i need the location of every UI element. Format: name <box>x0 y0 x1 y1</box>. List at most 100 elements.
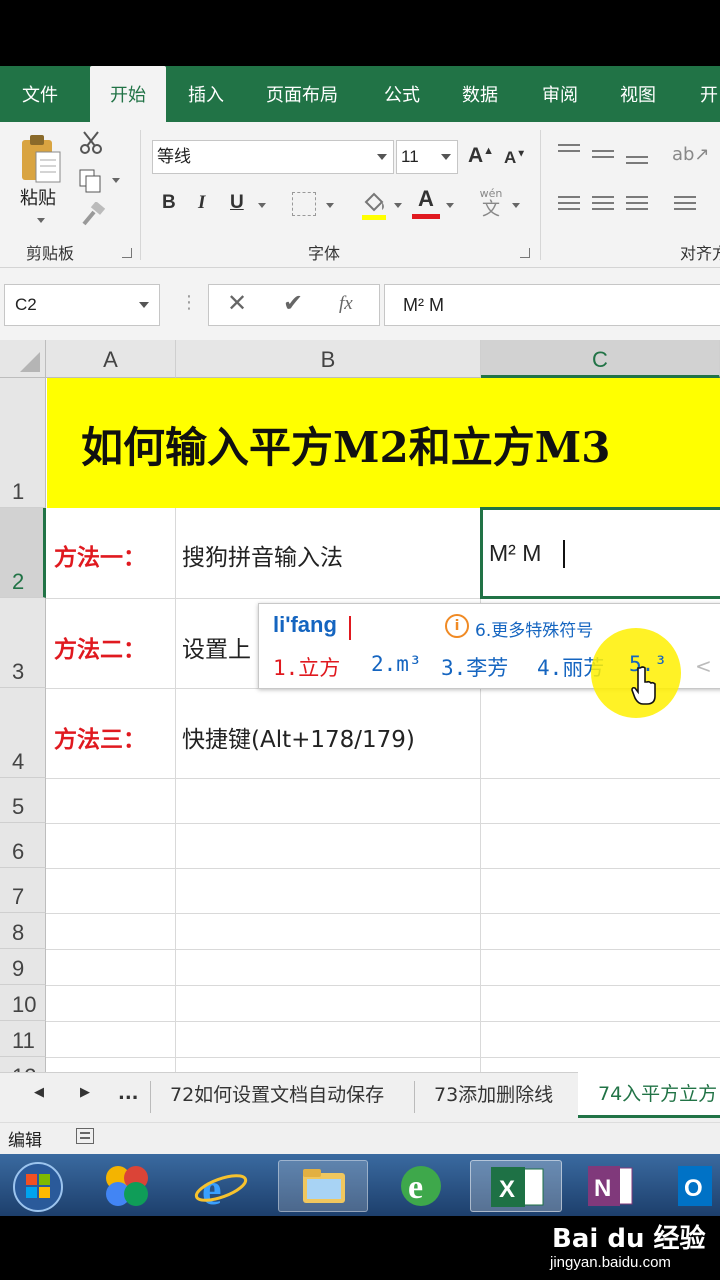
windows-taskbar: e e X N O <box>0 1154 720 1216</box>
underline-button[interactable]: U <box>230 192 244 214</box>
ime-prev-page-icon[interactable]: < <box>695 654 712 678</box>
orientation-icon[interactable]: ab↗ <box>672 144 710 165</box>
enter-icon[interactable]: ✔ <box>283 289 303 317</box>
column-header-c[interactable]: C <box>481 340 720 378</box>
active-cell-value: M² M <box>489 540 542 566</box>
phonetic-dropdown-icon[interactable] <box>512 203 520 208</box>
font-color-icon[interactable]: A <box>412 186 440 222</box>
formula-input[interactable]: M² M <box>384 284 720 326</box>
ime-caret <box>349 616 351 640</box>
onenote-icon[interactable]: N <box>574 1160 644 1212</box>
cancel-icon[interactable]: ✕ <box>227 289 247 317</box>
gridline <box>46 913 720 914</box>
colorful-app-icon[interactable] <box>92 1160 162 1212</box>
row-header-12[interactable]: 12 <box>0 1057 46 1072</box>
title-cell[interactable]: 如何输入平方M2和立方M3 <box>47 378 720 508</box>
start-orb-icon[interactable] <box>2 1160 72 1212</box>
ime-candidate-1[interactable]: 1.立方 <box>273 652 340 682</box>
column-header-b[interactable]: B <box>176 340 481 378</box>
column-header-a[interactable]: A <box>46 340 176 378</box>
row-header-8[interactable]: 8 <box>0 913 46 949</box>
shrink-font-button[interactable]: A▼ <box>504 148 526 168</box>
row-header-10[interactable]: 10 <box>0 985 46 1021</box>
italic-button[interactable]: I <box>198 192 205 214</box>
copy-icon[interactable] <box>78 168 104 194</box>
font-name-value: 等线 <box>157 147 191 167</box>
row-header-4[interactable]: 4 <box>0 688 46 778</box>
border-icon[interactable] <box>292 192 316 216</box>
underline-dropdown-icon[interactable] <box>258 203 266 208</box>
border-dropdown-icon[interactable] <box>326 203 334 208</box>
row-header-9[interactable]: 9 <box>0 949 46 985</box>
paste-icon[interactable] <box>18 132 64 188</box>
row-header-6[interactable]: 6 <box>0 823 46 868</box>
sheet-tab-active[interactable]: 74入平方立方 <box>578 1072 720 1118</box>
file-explorer-icon[interactable] <box>278 1160 368 1212</box>
paste-dropdown-icon[interactable] <box>37 218 45 223</box>
sheet-more-button[interactable]: ... <box>118 1083 139 1104</box>
align-middle-icon[interactable] <box>592 150 614 162</box>
grow-font-button[interactable]: A▲ <box>468 144 494 168</box>
excel-icon[interactable]: X <box>470 1160 562 1212</box>
formula-buttons: ✕ ✔ fx <box>208 284 380 326</box>
more-symbols-link[interactable]: 6.更多特殊符号 <box>475 616 593 641</box>
info-icon[interactable]: i <box>445 614 469 638</box>
row-header-1[interactable]: 1 <box>0 378 46 508</box>
select-all-corner[interactable] <box>0 340 46 378</box>
macro-record-icon[interactable] <box>76 1128 94 1144</box>
sheet-next-icon[interactable]: ▶ <box>80 1085 90 1100</box>
ribbon: 粘贴 剪贴板 等线 11 A▲ A▼ B I U A wén 文 字体 ab↗ … <box>0 122 720 268</box>
align-bottom-icon[interactable] <box>626 156 648 168</box>
font-size-select[interactable]: 11 <box>396 140 458 174</box>
sheet-prev-icon[interactable]: ◀ <box>34 1085 44 1100</box>
font-name-select[interactable]: 等线 <box>152 140 394 174</box>
clipboard-launcher-icon[interactable] <box>122 248 132 258</box>
tab-separator <box>150 1081 151 1113</box>
internet-explorer-icon[interactable]: e <box>186 1160 256 1214</box>
tab-file[interactable]: 文件 <box>22 66 58 122</box>
tab-home[interactable]: 开始 <box>90 66 166 122</box>
chevron-down-icon <box>139 302 149 308</box>
tab-view[interactable]: 视图 <box>620 66 656 122</box>
align-top-icon[interactable] <box>558 144 580 156</box>
phonetic-icon[interactable]: wén 文 <box>474 188 508 220</box>
font-launcher-icon[interactable] <box>520 248 530 258</box>
tab-review[interactable]: 审阅 <box>542 66 578 122</box>
name-box[interactable]: C2 <box>4 284 160 326</box>
insert-function-icon[interactable]: fx <box>339 293 353 315</box>
ime-candidate-2[interactable]: 2.m³ <box>371 652 422 676</box>
sheet-tab-73[interactable]: 73添加删除线 <box>434 1073 553 1117</box>
ime-candidate-3[interactable]: 3.李芳 <box>441 652 508 682</box>
paste-label[interactable]: 粘贴 <box>20 184 56 210</box>
row-header-2[interactable]: 2 <box>0 508 46 598</box>
indent-icon[interactable] <box>674 196 696 214</box>
font-color-dropdown-icon[interactable] <box>446 203 454 208</box>
row-header-3[interactable]: 3 <box>0 598 46 688</box>
copy-dropdown-icon[interactable] <box>112 178 120 183</box>
ime-candidate-popup: li'fang i 6.更多特殊符号 1.立方 2.m³ 3.李芳 4.丽芳 5… <box>258 603 720 718</box>
fill-dropdown-icon[interactable] <box>394 203 402 208</box>
outlook-icon[interactable]: O <box>668 1160 720 1212</box>
align-center-icon[interactable] <box>592 196 614 214</box>
cut-icon[interactable] <box>78 130 104 156</box>
align-left-icon[interactable] <box>558 196 580 214</box>
fill-color-icon[interactable] <box>360 188 390 222</box>
row-header-7[interactable]: 7 <box>0 868 46 913</box>
gridline <box>46 985 720 986</box>
tab-page-layout[interactable]: 页面布局 <box>266 66 338 122</box>
status-bar: 编辑 <box>0 1122 720 1154</box>
gridline <box>46 1057 720 1058</box>
svg-text:O: O <box>684 1175 703 1202</box>
align-right-icon[interactable] <box>626 196 648 214</box>
format-painter-icon[interactable] <box>80 201 106 228</box>
tab-more[interactable]: 开 <box>700 66 718 122</box>
row-header-5[interactable]: 5 <box>0 778 46 823</box>
tab-formulas[interactable]: 公式 <box>384 66 420 122</box>
bold-button[interactable]: B <box>162 192 176 214</box>
row-header-11[interactable]: 11 <box>0 1021 46 1057</box>
active-cell-c2[interactable]: M² M <box>480 507 720 599</box>
tab-insert[interactable]: 插入 <box>188 66 224 122</box>
sheet-tab-72[interactable]: 72如何设置文档自动保存 <box>170 1073 384 1117</box>
tab-data[interactable]: 数据 <box>462 66 498 122</box>
refresh-green-icon[interactable]: e <box>386 1160 456 1212</box>
